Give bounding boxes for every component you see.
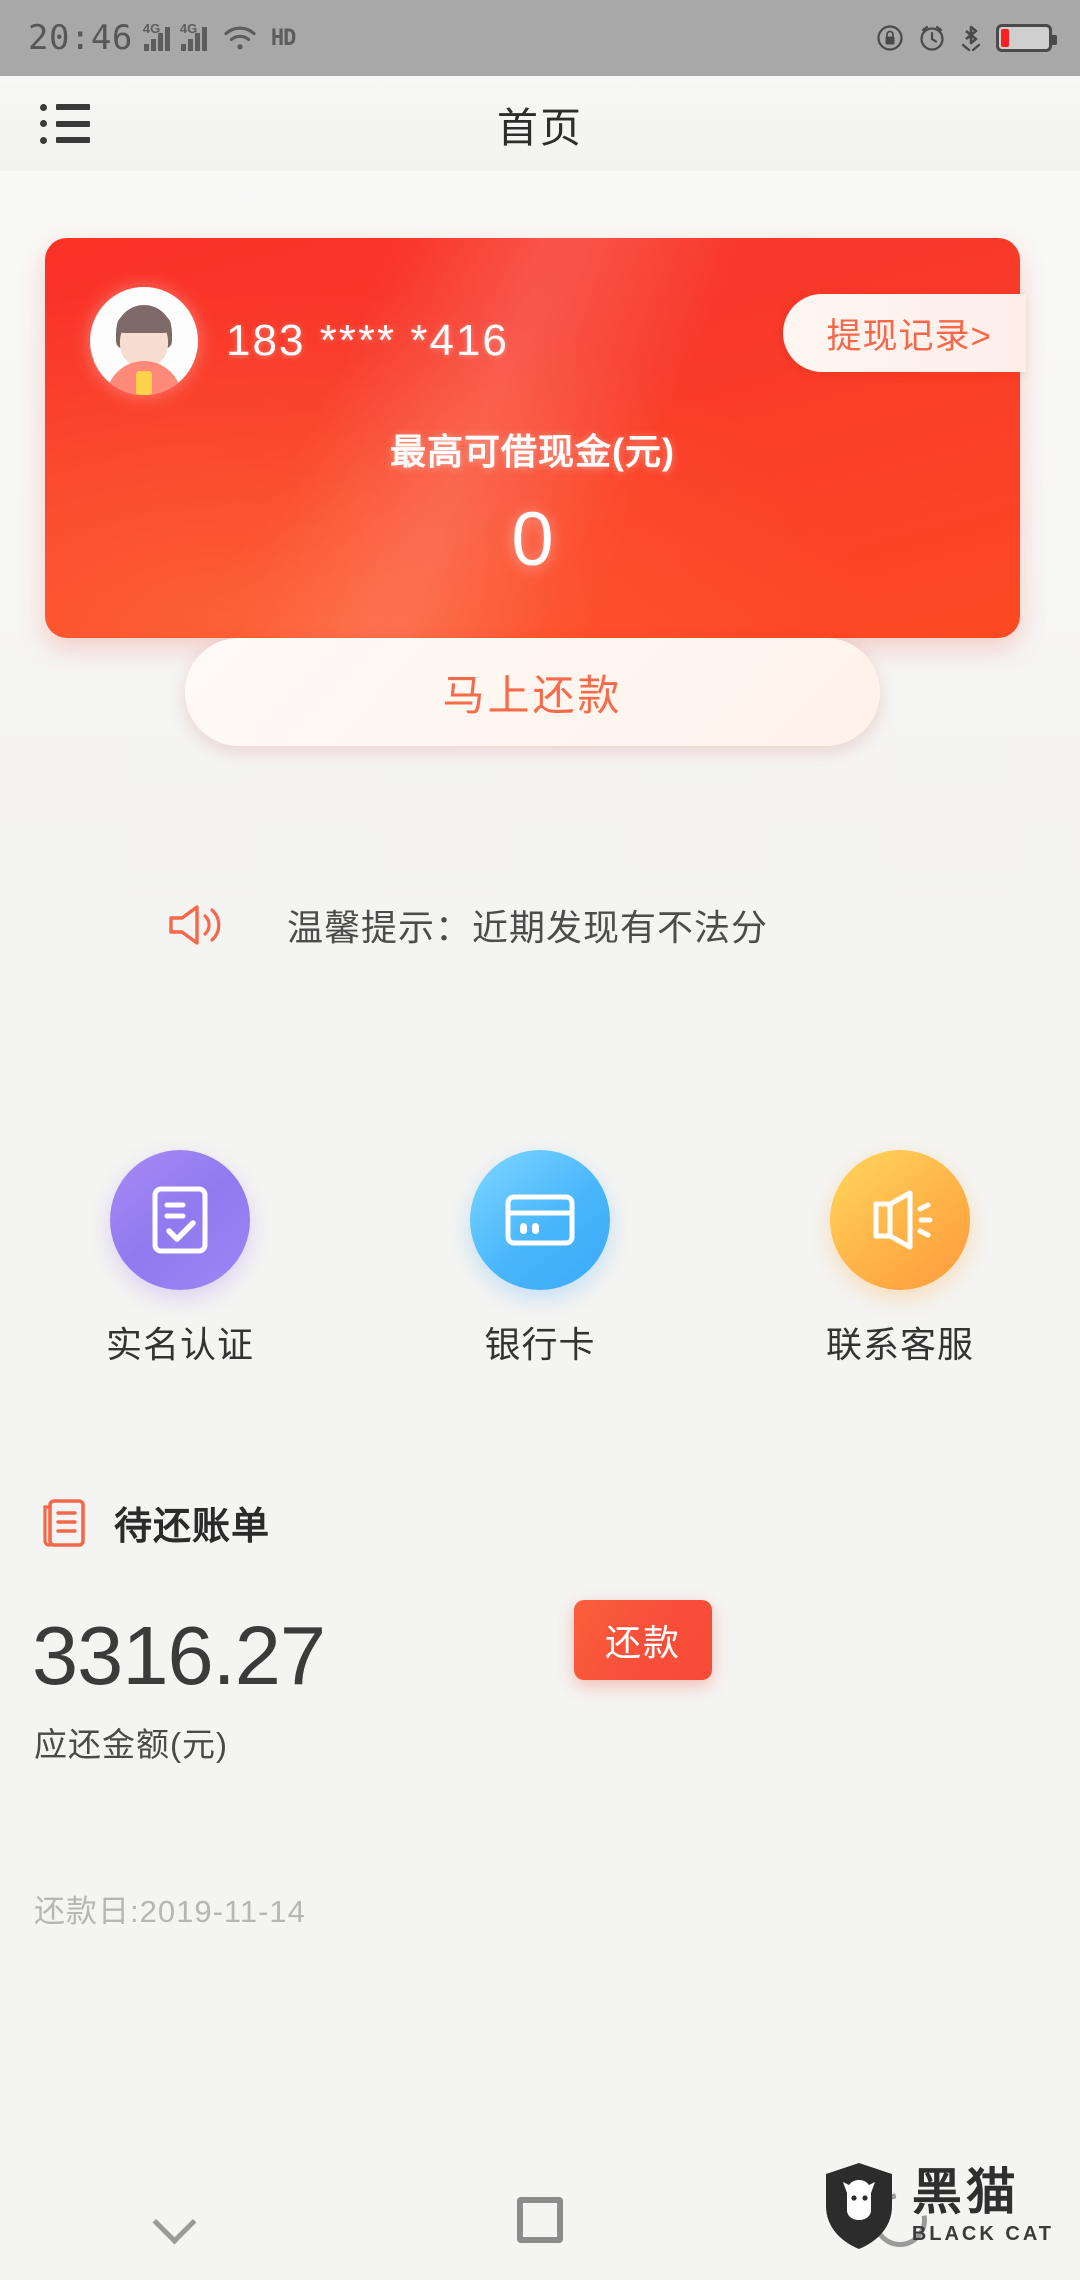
withdraw-record-label: 提现记录> [826,316,992,356]
status-time: 20:46 [28,18,133,58]
shortcut-contact-support[interactable]: 联系客服 [720,1150,1080,1368]
watermark: 黑猫 BLACK CAT [820,2160,1054,2252]
bill-amount: 3316.27 [32,1609,326,1702]
status-bar-left: 20:46 4G 4G HD [28,18,296,58]
lock-icon [876,24,904,52]
shortcut-label: 联系客服 [825,1324,974,1365]
signal-4g-label-1: 4G [142,21,161,36]
status-bar: 20:46 4G 4G HD [0,0,1080,76]
shortcut-identity-verification[interactable]: 实名认证 [0,1150,360,1368]
shortcut-bank-card[interactable]: 银行卡 [360,1150,720,1368]
notice-text: 温馨提示：近期发现有不法分 [287,907,769,948]
withdraw-record-button[interactable]: 提现记录> [782,294,1026,372]
bill-amount-label: 应还金额(元) [34,1726,228,1763]
megaphone-icon [165,898,227,952]
repay-now-label: 马上还款 [442,671,623,719]
watermark-cn: 黑猫 [911,2163,1020,2220]
square-home-icon [517,2197,563,2243]
repay-date: 还款日:2019-11-14 [34,1894,306,1929]
id-document-check-icon [110,1150,250,1290]
status-bar-right [876,23,1057,53]
watermark-en: BLACK CAT [911,2222,1054,2245]
watermark-text: 黑猫 BLACK CAT [912,2167,1054,2246]
signal-4g-icon-1: 4G [143,21,170,51]
nav-back-button[interactable] [0,2207,360,2233]
credit-limit-label: 最高可借现金(元) [390,431,675,472]
credit-summary-card: 183 **** *416 提现记录> 最高可借现金(元) 0 马上还款 [45,238,1026,746]
shortcut-label: 实名认证 [105,1324,254,1365]
megaphone-icon [830,1150,970,1290]
repay-now-button[interactable]: 马上还款 [185,638,880,746]
bill-list-icon [40,1497,88,1549]
app-header: 首页 [0,76,1080,171]
shortcut-row: 实名认证 银行卡 联系客服 [0,1150,1080,1368]
bill-section-title: 待还账单 [114,1506,271,1548]
phone-number: 183 **** *416 [226,316,509,365]
shortcut-label: 银行卡 [484,1324,596,1365]
signal-4g-icon-2: 4G [180,21,207,51]
bill-repay-button[interactable]: 还款 [574,1600,712,1680]
signal-4g-label-2: 4G [179,21,198,36]
bluetooth-icon [960,23,982,53]
battery-icon [996,24,1057,52]
credit-card-icon [470,1150,610,1290]
credit-limit-amount: 0 [511,497,554,582]
page-title: 首页 [497,104,583,151]
black-cat-shield-icon [820,2160,898,2252]
alarm-icon [918,24,946,52]
nav-home-button[interactable] [360,2197,720,2243]
hd-icon: HD [270,25,296,51]
bill-section-header: 待还账单 [40,1495,270,1550]
avatar[interactable] [90,287,198,395]
list-menu-icon[interactable] [40,103,92,144]
chevron-down-back-icon [157,2207,203,2233]
wifi-icon [223,25,257,51]
notice-banner[interactable]: 温馨提示：近期发现有不法分 [45,870,1020,980]
bill-repay-label: 还款 [604,1622,681,1663]
